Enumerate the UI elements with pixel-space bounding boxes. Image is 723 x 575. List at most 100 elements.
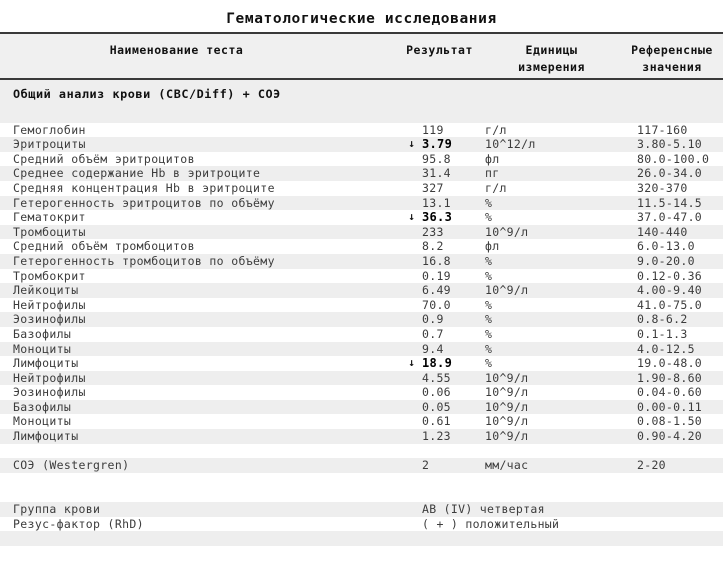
result-units-cell: 10^9/л (474, 414, 629, 429)
result-units: 10^9/л (485, 283, 529, 298)
footer-band-row (0, 560, 723, 575)
table-row: Средний объём эритроцитов 95.8 фл 80.0-100.… (0, 151, 723, 167)
result-units: г/л (485, 180, 507, 195)
column-header-name-cell: Наименование теста (0, 32, 405, 80)
result-units-cell: 10^9/л (474, 429, 629, 444)
column-header-units-line2: измерения (518, 60, 585, 74)
test-name: Резус-фактор (RhD) (13, 516, 144, 531)
reference-range-cell: 80.0-100.0 (629, 152, 723, 167)
result-value-cell: AB (IV) четвертая (418, 502, 723, 517)
footer-band-row-cell (0, 560, 723, 575)
result-units: 10^9/л (485, 399, 529, 414)
result-value-cell: 0.05 (418, 400, 474, 415)
reference-range-cell: 117-160 (629, 123, 723, 138)
table-row: Моноциты 0.61 10^9/л 0.08-1.50 (0, 414, 723, 430)
esr-spacer-row-bottom (0, 472, 723, 488)
column-header-units-cell: Единицы измерения (474, 32, 629, 80)
result-units: % (485, 253, 493, 268)
reference-range-cell: 0.00-0.11 (629, 400, 723, 415)
column-header-units-line1: Единицы (525, 43, 578, 57)
result-flag-icon-cell (405, 458, 418, 473)
reference-range-cell: 37.0-47.0 (629, 210, 723, 225)
test-name: Нейтрофилы (13, 370, 86, 385)
footer-gap-row-cell (0, 546, 723, 561)
test-name: Нейтрофилы (13, 297, 86, 312)
result-units-cell: г/л (474, 181, 629, 196)
result-value: AB (IV) четвертая (422, 502, 545, 517)
test-name-cell: Нейтрофилы (0, 298, 405, 313)
result-units: % (485, 195, 493, 210)
table-row: Эозинофилы 0.9% 0.8-6.2 (0, 312, 723, 327)
result-units-cell: 10^9/л (474, 400, 629, 415)
footer-spacer-row (0, 531, 723, 546)
result-value: 31.4 (422, 166, 451, 181)
result-units: % (485, 356, 493, 371)
column-header-units: Единицы измерения (474, 34, 629, 76)
reference-range: 11.5-14.5 (637, 195, 703, 210)
table-row: Лимфоциты ↓ 18.9% 19.0-48.0 (0, 356, 723, 371)
reference-range-cell: 0.8-6.2 (629, 312, 723, 327)
result-value-cell: ( + ) положительный (418, 517, 723, 532)
result-value-cell: 119 (418, 123, 474, 138)
test-name: Тромбокрит (13, 268, 86, 283)
reference-range: 3.80-5.10 (637, 137, 703, 152)
result-value-cell: 4.55 (418, 371, 474, 386)
reference-range-cell: 26.0-34.0 (629, 166, 723, 181)
table-row: Моноциты 9.4% 4.0-12.5 (0, 341, 723, 357)
result-units-cell: % (474, 327, 629, 342)
table-row: Эозинофилы 0.06 10^9/л 0.04-0.60 (0, 385, 723, 400)
result-value: 9.4 (422, 341, 444, 356)
test-name: Группа крови (13, 502, 101, 517)
result-units-cell: 10^9/л (474, 283, 629, 298)
result-flag-icon: ↓ (408, 137, 415, 151)
test-name-cell: Моноциты (0, 342, 405, 357)
test-name: Эритроциты (13, 137, 86, 152)
result-value-cell: 9.4 (418, 342, 474, 357)
table-row: Гетерогенность эритроцитов по объёму 13.1… (0, 195, 723, 211)
reference-range-cell: 0.1-1.3 (629, 327, 723, 342)
result-value: 13.1 (422, 195, 451, 210)
result-value-cell: 36.3 (418, 210, 474, 225)
test-name: Гетерогенность эритроцитов по объёму (13, 195, 275, 210)
result-value: 0.19 (422, 268, 451, 283)
result-units: 10^9/л (485, 370, 529, 385)
result-units-cell: фл (474, 152, 629, 167)
result-flag-icon-cell (405, 400, 418, 415)
result-value-cell: 0.7 (418, 327, 474, 342)
test-name: СОЭ (Westergren) (13, 458, 130, 473)
result-flag-icon: ↓ (408, 210, 415, 224)
result-value: 0.05 (422, 399, 451, 414)
table-row: Тромбокрит 0.19% 0.12-0.36 (0, 268, 723, 284)
test-name-cell: Группа крови (0, 502, 405, 517)
test-name: Средний объём эритроцитов (13, 151, 195, 166)
result-value: 8.2 (422, 239, 444, 254)
result-value: 70.0 (422, 297, 451, 312)
test-name-cell: Средний объём тромбоцитов (0, 239, 405, 254)
result-flag-icon-cell: ↓ (405, 137, 418, 152)
table-header-row: Наименование теста Результат Единицы изм… (0, 32, 723, 80)
result-units-cell: мм/час (474, 458, 629, 473)
test-name-cell: Резус-фактор (RhD) (0, 517, 405, 532)
result-units-cell: 10^9/л (474, 371, 629, 386)
result-units-cell: % (474, 269, 629, 284)
test-name: Эозинофилы (13, 385, 86, 400)
result-units: 10^9/л (485, 429, 529, 444)
result-units: % (485, 326, 493, 341)
reference-range: 2-20 (637, 458, 666, 473)
test-name-cell: Лейкоциты (0, 283, 405, 298)
result-units: % (485, 312, 493, 327)
table-row: Среднее содержание Hb в эритроците 31.4 пг… (0, 166, 723, 181)
reference-range-cell: 320-370 (629, 181, 723, 196)
esr-spacer-row-bottom-cell (0, 473, 723, 488)
result-units-cell: % (474, 356, 629, 371)
reference-range-cell: 0.04-0.60 (629, 385, 723, 400)
reference-range-cell: 19.0-48.0 (629, 356, 723, 371)
result-value: 0.9 (422, 312, 444, 327)
result-units: пг (485, 166, 500, 181)
result-units: фл (485, 151, 500, 166)
result-units-cell: % (474, 342, 629, 357)
result-units-cell: % (474, 312, 629, 327)
test-name: Базофилы (13, 399, 72, 414)
result-value: 36.3 (422, 210, 453, 225)
reference-range-cell: 4.0-12.5 (629, 342, 723, 357)
